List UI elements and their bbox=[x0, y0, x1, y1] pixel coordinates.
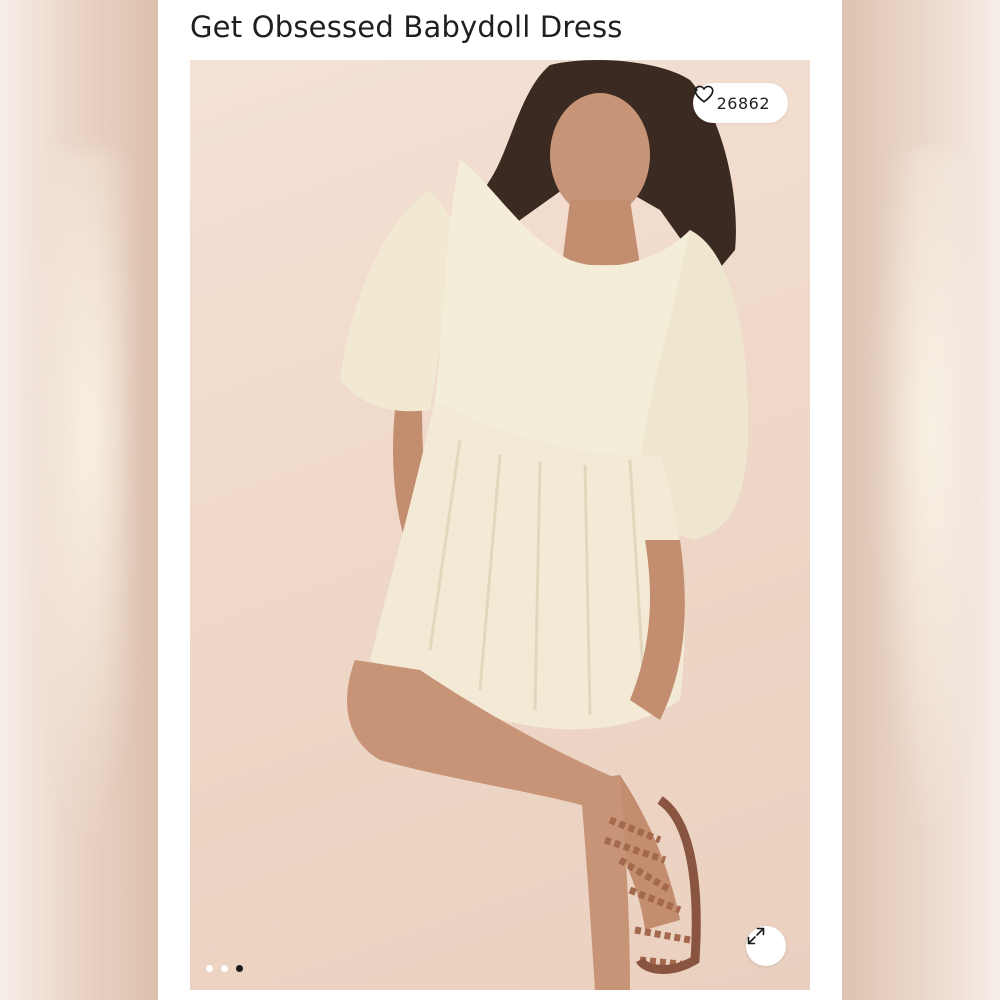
model-photo-illustration bbox=[340, 60, 749, 990]
expand-arrows-icon bbox=[747, 927, 765, 945]
carousel-dot-active[interactable] bbox=[236, 965, 243, 972]
product-title: Get Obsessed Babydoll Dress bbox=[190, 10, 623, 44]
product-photo[interactable]: 26862 bbox=[190, 60, 810, 990]
carousel-dot[interactable] bbox=[221, 965, 228, 972]
product-card: Get Obsessed Babydoll Dress 26862 bbox=[158, 0, 842, 1000]
likes-count: 26862 bbox=[716, 93, 770, 113]
carousel-dot[interactable] bbox=[206, 965, 213, 972]
blurred-backdrop-right bbox=[842, 0, 1000, 1000]
expand-image-button[interactable] bbox=[746, 926, 786, 966]
carousel-indicators bbox=[206, 965, 243, 972]
blurred-backdrop-left bbox=[0, 0, 158, 1000]
heart-outline-icon bbox=[694, 85, 714, 103]
likes-button[interactable]: 26862 bbox=[692, 83, 788, 123]
